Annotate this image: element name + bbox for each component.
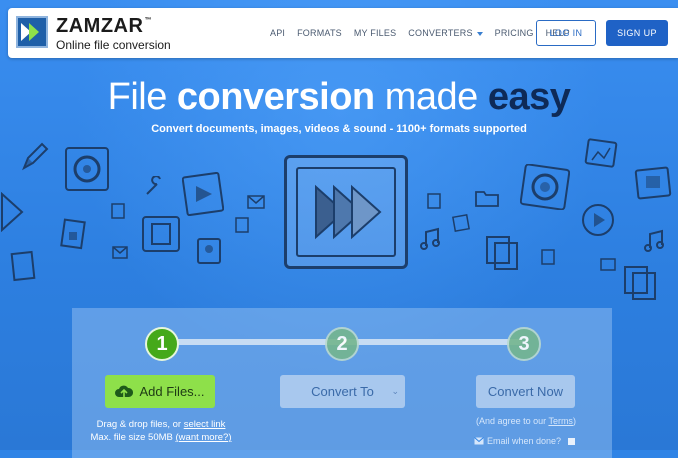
agree-suffix: ): [572, 416, 576, 426]
music-note-icon-2: [644, 229, 664, 252]
cloud-upload-icon: [115, 385, 134, 399]
envelope-icon: [474, 437, 484, 445]
step-3-indicator: 3: [507, 327, 541, 361]
nav-link-my-files[interactable]: MY FILES: [354, 28, 396, 38]
hero-subtitle: Convert documents, images, videos & soun…: [151, 123, 527, 135]
brand-name[interactable]: ZAMZAR™: [56, 15, 152, 38]
hero-title-part4: easy: [487, 76, 571, 118]
want-more-link[interactable]: (want more?): [176, 432, 232, 443]
upload-instructions: Drag & drop files, or select link Max. f…: [86, 418, 236, 444]
nav-link-converters[interactable]: CONVERTERS: [408, 28, 483, 38]
image-file-icon: [584, 138, 618, 168]
illustration-frame: [296, 167, 396, 257]
photo-icon: [197, 238, 221, 264]
top-navbar: ZAMZAR™ Online file conversion API FORMA…: [8, 8, 678, 58]
chevron-down-icon: ⌄: [391, 386, 399, 396]
film-icon: [142, 216, 180, 252]
wrench-icon: [146, 176, 161, 195]
add-files-label: Add Files...: [139, 384, 205, 399]
archive-icon: [235, 217, 249, 233]
copy-files-icon-2: [624, 266, 656, 300]
drag-drop-text: Drag & drop files, or: [96, 419, 182, 430]
clip-icon: [427, 193, 441, 209]
copy-files-icon: [486, 236, 518, 270]
convert-to-select[interactable]: Convert To ⌄: [280, 375, 405, 408]
file-icon-small-right: [452, 214, 470, 232]
video-file-icon: [634, 166, 672, 200]
login-button[interactable]: LOG IN: [536, 20, 596, 46]
email-when-done[interactable]: Email when done?: [474, 436, 576, 446]
conversion-illustration: [284, 155, 408, 269]
triangle-icon: [0, 192, 24, 232]
step-2-indicator: 2: [325, 327, 359, 361]
record-icon-right: [520, 164, 570, 210]
play-file-icon: [182, 172, 224, 216]
mail-icon: [247, 195, 265, 209]
file-icon-tiny: [541, 249, 555, 265]
step-1-indicator: 1: [145, 327, 179, 361]
mail-icon-3: [600, 258, 616, 271]
nav-link-formats[interactable]: FORMATS: [297, 28, 342, 38]
nav-link-api[interactable]: API: [270, 28, 285, 38]
convert-to-label: Convert To: [311, 384, 374, 399]
nav-link-pricing[interactable]: PRICING: [495, 28, 534, 38]
document-icon: [60, 218, 86, 250]
email-checkbox[interactable]: [568, 437, 576, 445]
convert-now-button[interactable]: Convert Now: [476, 375, 575, 408]
hero-title-part1: File: [107, 76, 168, 118]
hero-title: File conversion made easy: [0, 76, 678, 119]
play-circle-icon: [582, 204, 614, 236]
brand-tagline: Online file conversion: [56, 38, 171, 52]
hero-title-part3: made: [384, 76, 479, 118]
terms-link[interactable]: Terms: [548, 416, 573, 426]
caret-down-icon: [476, 31, 483, 36]
agree-prefix: (And agree to our: [476, 416, 547, 426]
file-icon-small-left: [111, 203, 125, 219]
chart-file-icon: [10, 250, 36, 282]
folder-icon: [475, 191, 499, 207]
max-size-text: Max. file size 50MB: [90, 432, 173, 443]
signup-button[interactable]: SIGN UP: [606, 20, 668, 46]
zamzar-logo-icon[interactable]: [16, 16, 48, 48]
fast-forward-icon: [315, 184, 382, 240]
record-icon: [65, 147, 109, 191]
nav-link-converters-label: CONVERTERS: [408, 28, 473, 38]
music-note-icon: [420, 227, 440, 250]
email-label: Email when done?: [487, 436, 562, 446]
add-files-button[interactable]: Add Files...: [105, 375, 215, 408]
terms-agreement: (And agree to our Terms): [470, 416, 582, 426]
pencil-icon: [22, 142, 49, 171]
hero-title-part2: conversion: [176, 76, 375, 118]
select-link[interactable]: select link: [184, 419, 226, 430]
mail-icon-2: [112, 246, 128, 259]
